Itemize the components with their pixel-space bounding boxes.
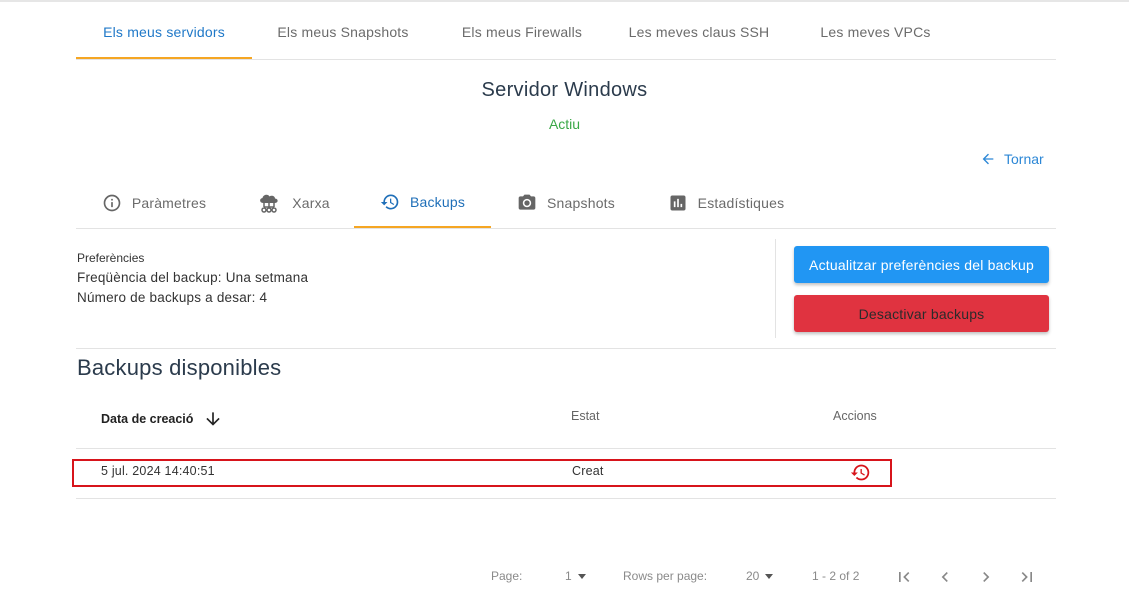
arrow-left-icon bbox=[982, 153, 994, 165]
backup-frequency: Freqüència del backup: Una setmana bbox=[77, 270, 309, 285]
first-page-icon bbox=[899, 572, 910, 582]
server-status: Actiu bbox=[548, 116, 581, 132]
column-header-created-label: Data de creació bbox=[101, 412, 194, 426]
tab-my-vpcs[interactable]: Les meves VPCs bbox=[788, 10, 963, 59]
camera-icon bbox=[518, 194, 536, 210]
backups-section-title: Backups disponibles bbox=[77, 355, 282, 380]
vertical-divider bbox=[775, 239, 776, 338]
server-sub-tabs: Paràmetres Xarxa Backups Snapshots Estad… bbox=[76, 178, 1056, 229]
top-nav: Els meus servidors Els meus Snapshots El… bbox=[76, 10, 1056, 60]
chevron-down-icon bbox=[765, 573, 774, 579]
info-icon bbox=[103, 194, 121, 212]
server-name: Servidor Windows bbox=[481, 79, 648, 101]
last-page-button[interactable] bbox=[1017, 567, 1037, 587]
next-page-button[interactable] bbox=[976, 567, 996, 587]
chevron-right-icon bbox=[983, 572, 990, 582]
restore-button[interactable] bbox=[850, 462, 871, 488]
chevron-left-icon bbox=[941, 572, 948, 582]
restore-icon bbox=[850, 464, 870, 481]
cell-status: Creat bbox=[572, 464, 604, 478]
tab-network-label: Xarxa bbox=[292, 195, 330, 211]
backup-preferences: Preferències Freqüència del backup: Una … bbox=[77, 251, 308, 310]
table-bottom-divider bbox=[76, 498, 1056, 499]
tab-snapshots-label: Snapshots bbox=[547, 195, 615, 211]
column-header-status: Estat bbox=[571, 409, 600, 423]
table-header-divider bbox=[76, 448, 1056, 449]
back-link[interactable]: Tornar bbox=[980, 149, 1044, 169]
cell-created: 5 jul. 2024 14:40:51 bbox=[101, 464, 215, 478]
page-value: 1 bbox=[565, 569, 572, 583]
bar-chart-icon bbox=[670, 195, 686, 211]
last-page-icon bbox=[1021, 572, 1032, 582]
column-header-created[interactable]: Data de creació bbox=[101, 409, 223, 429]
tab-statistics-label: Estadístiques bbox=[697, 195, 785, 211]
chevron-down-icon bbox=[577, 573, 586, 579]
backup-restore-icon bbox=[380, 194, 399, 210]
rows-per-page-select[interactable]: 20 bbox=[746, 569, 774, 583]
preferences-title: Preferències bbox=[77, 251, 145, 265]
first-page-button[interactable] bbox=[894, 567, 914, 587]
tab-snapshots[interactable]: Snapshots bbox=[491, 178, 641, 228]
tab-my-ssh-keys[interactable]: Les meves claus SSH bbox=[610, 10, 788, 59]
tab-parameters-label: Paràmetres bbox=[131, 195, 207, 211]
rows-per-page-value: 20 bbox=[746, 569, 760, 583]
rows-per-page-label: Rows per page: bbox=[623, 569, 708, 583]
tab-my-firewalls[interactable]: Els meus Firewalls bbox=[434, 10, 610, 59]
backup-count: Número de backups a desar: 4 bbox=[77, 290, 268, 305]
arrow-down-icon bbox=[206, 412, 221, 426]
tab-my-snapshots[interactable]: Els meus Snapshots bbox=[252, 10, 434, 59]
top-border bbox=[0, 0, 1129, 2]
previous-page-button[interactable] bbox=[935, 567, 955, 587]
tab-backups-label: Backups bbox=[409, 194, 466, 210]
tab-backups[interactable]: Backups bbox=[354, 178, 491, 228]
cloud-network-icon bbox=[260, 194, 278, 213]
disable-backups-button[interactable]: Desactivar backups bbox=[794, 295, 1049, 332]
tab-statistics[interactable]: Estadístiques bbox=[641, 178, 811, 228]
back-label: Tornar bbox=[1004, 151, 1044, 167]
tab-network[interactable]: Xarxa bbox=[232, 178, 354, 228]
page-select[interactable]: 1 bbox=[565, 569, 586, 583]
column-header-actions: Accions bbox=[833, 409, 877, 423]
page-label: Page: bbox=[491, 569, 523, 583]
tab-parameters[interactable]: Paràmetres bbox=[76, 178, 232, 228]
section-divider bbox=[76, 348, 1056, 349]
tab-my-servers[interactable]: Els meus servidors bbox=[76, 10, 252, 59]
update-backup-preferences-button[interactable]: Actualitzar preferències del backup bbox=[794, 246, 1049, 283]
pagination-range: 1 - 2 of 2 bbox=[812, 569, 860, 583]
